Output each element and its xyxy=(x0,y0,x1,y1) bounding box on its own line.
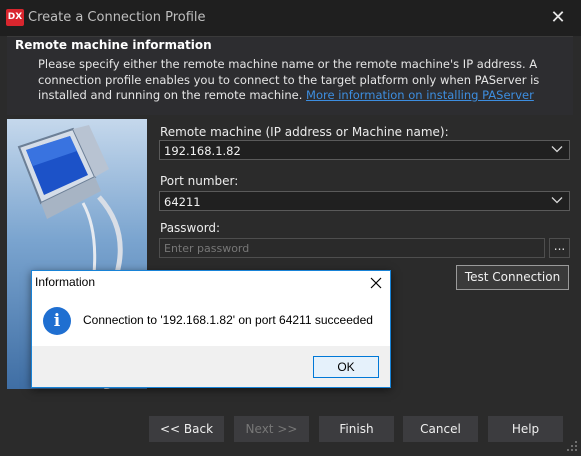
ok-button[interactable]: OK xyxy=(313,356,379,378)
dialog-message: Connection to '192.168.1.82' on port 642… xyxy=(83,313,373,327)
close-icon[interactable]: ✕ xyxy=(545,7,571,29)
browse-button[interactable]: ... xyxy=(549,238,570,258)
header-title: Remote machine information xyxy=(15,38,212,52)
test-connection-button[interactable]: Test Connection xyxy=(456,265,569,290)
back-button[interactable]: << Back xyxy=(149,416,224,442)
info-icon: i xyxy=(43,307,71,335)
remote-machine-value: 192.168.1.82 xyxy=(164,144,241,158)
password-field[interactable] xyxy=(159,238,545,258)
port-number-combo[interactable]: 64211 xyxy=(159,191,570,211)
dialog-footer: OK xyxy=(32,346,390,387)
app-icon: DX xyxy=(6,9,24,26)
chevron-down-icon[interactable] xyxy=(551,143,563,158)
dialog-title-bar: Information xyxy=(32,271,390,295)
paserver-info-link[interactable]: More information on installing PAServer xyxy=(306,88,534,102)
password-label: Password: xyxy=(160,221,221,235)
cancel-button[interactable]: Cancel xyxy=(403,416,478,442)
remote-machine-label: Remote machine (IP address or Machine na… xyxy=(160,125,449,139)
password-input[interactable] xyxy=(160,239,534,257)
finish-button[interactable]: Finish xyxy=(319,416,394,442)
window-title: Create a Connection Profile xyxy=(28,10,206,25)
port-number-label: Port number: xyxy=(160,174,239,188)
dialog-body: i Connection to '192.168.1.82' on port 6… xyxy=(32,295,390,346)
information-dialog: Information i Connection to '192.168.1.8… xyxy=(31,270,391,388)
chevron-down-icon[interactable] xyxy=(551,194,563,209)
port-number-value: 64211 xyxy=(164,195,201,209)
next-button: Next >> xyxy=(234,416,309,442)
resize-grip-icon[interactable] xyxy=(566,440,578,452)
close-icon[interactable] xyxy=(363,271,389,295)
header-description: Please specify either the remote machine… xyxy=(38,57,558,104)
help-button[interactable]: Help xyxy=(488,416,563,442)
remote-machine-combo[interactable]: 192.168.1.82 xyxy=(159,140,570,160)
dialog-title: Information xyxy=(35,275,96,289)
